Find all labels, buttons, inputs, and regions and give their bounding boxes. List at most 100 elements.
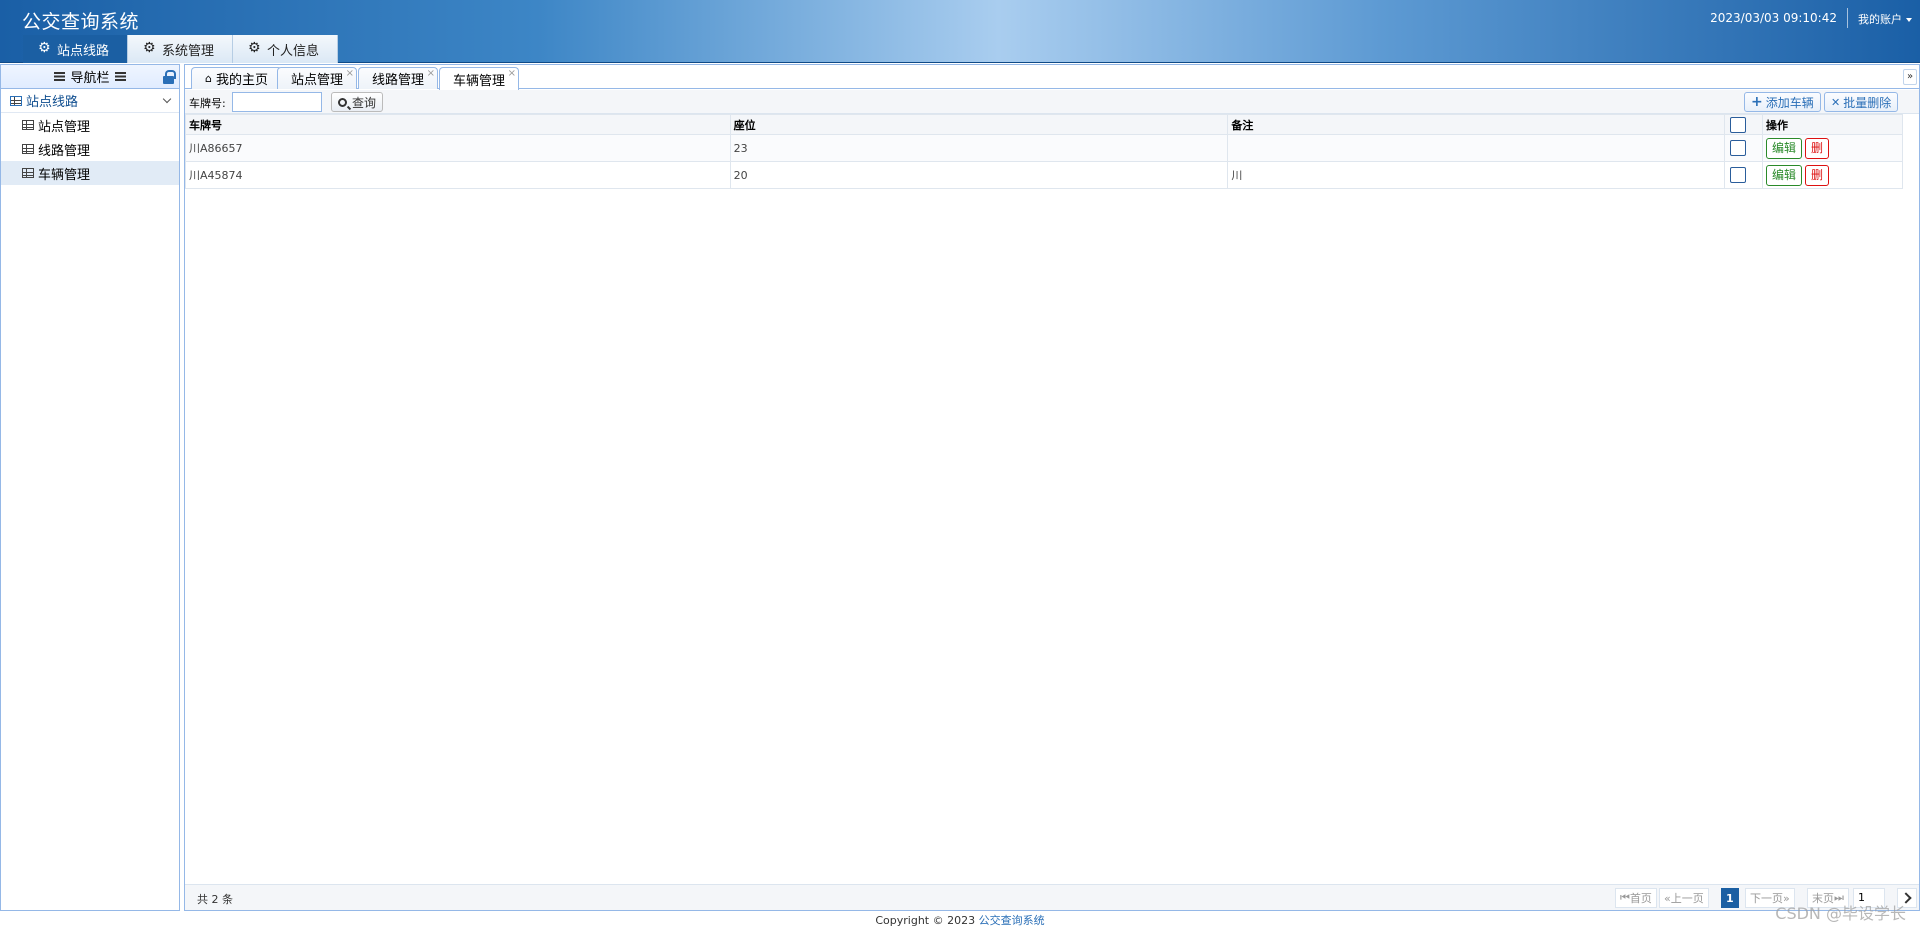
first-page-icon: ⏮	[1620, 891, 1630, 904]
watermark: CSDN @毕设学长	[1775, 904, 1906, 923]
page-footer: Copyright © 2023 公交查询系统	[0, 912, 1920, 929]
app-title: 公交查询系统	[22, 11, 140, 33]
close-icon: ✕	[1831, 95, 1841, 109]
top-tab-label: 站点线路	[57, 43, 110, 59]
select-all-checkbox[interactable]	[1730, 116, 1747, 133]
add-vehicle-button[interactable]: + 添加车辆	[1744, 92, 1821, 112]
vehicle-table: 车牌号 座位 备注 操作 川A86657 23 编辑删 川A45874 20 川	[185, 114, 1903, 189]
cell-select	[1724, 161, 1764, 189]
cell-note	[1227, 134, 1726, 162]
tab-home[interactable]: ⌂ 我的主页	[191, 67, 282, 89]
chevron-down-icon	[162, 94, 172, 104]
edit-button[interactable]: 编辑	[1766, 164, 1803, 186]
main-panel: ⌂ 我的主页 站点管理 × 线路管理 × 车辆管理 × » 车牌号: 查询 + …	[184, 64, 1920, 911]
cell-plate: 川A45874	[185, 161, 731, 189]
top-tab-label: 个人信息	[267, 43, 320, 59]
cell-seats: 23	[729, 134, 1229, 162]
close-icon[interactable]: ×	[427, 68, 435, 79]
account-menu[interactable]: 我的账户	[1858, 11, 1912, 27]
sidebar-item-vehicles[interactable]: 车辆管理	[1, 161, 179, 185]
sidebar-item-label: 车辆管理	[38, 167, 91, 183]
close-icon[interactable]: ×	[346, 68, 354, 79]
menu-icon	[54, 72, 66, 81]
prev-page-button[interactable]: «上一页	[1659, 888, 1709, 908]
row-checkbox[interactable]	[1730, 140, 1747, 156]
table-row[interactable]: 川A86657 23 编辑删	[185, 134, 1903, 162]
delete-button[interactable]: 删	[1805, 164, 1830, 186]
tabs-expand-icon[interactable]: »	[1903, 69, 1917, 85]
tab-stations[interactable]: 站点管理 ×	[277, 67, 358, 89]
search-icon	[338, 97, 347, 107]
plate-search-input[interactable]	[232, 92, 322, 112]
row-checkbox[interactable]	[1730, 167, 1747, 183]
copyright-text: Copyright © 2023	[875, 914, 976, 927]
table-icon	[22, 144, 34, 154]
batch-delete-button[interactable]: ✕ 批量删除	[1824, 92, 1899, 112]
sidebar-item-label: 线路管理	[38, 143, 91, 159]
gear-icon	[143, 40, 157, 56]
edit-button[interactable]: 编辑	[1766, 137, 1803, 159]
prev-page-icon: «	[1664, 891, 1671, 905]
cell-select	[1724, 134, 1764, 162]
gear-icon	[248, 40, 262, 56]
plate-label: 车牌号:	[189, 97, 226, 110]
add-vehicle-label: 添加车辆	[1765, 95, 1814, 110]
tab-label: 车辆管理	[453, 73, 506, 89]
top-nav-tabs: 站点线路 系统管理 个人信息	[23, 35, 339, 63]
sidebar: 导航栏 站点线路 站点管理 线路管理 车辆管理	[0, 64, 180, 911]
datetime-display: 2023/03/03 09:10:42	[1710, 11, 1837, 25]
search-toolbar: 车牌号: 查询 + 添加车辆 ✕ 批量删除	[185, 90, 1919, 114]
footer-link[interactable]: 公交查询系统	[979, 914, 1045, 927]
sidebar-group-routes[interactable]: 站点线路	[1, 89, 179, 113]
sidebar-title: 导航栏	[70, 71, 110, 86]
menu-icon	[114, 72, 126, 81]
tab-label: 线路管理	[372, 73, 425, 88]
tab-vehicles[interactable]: 车辆管理 ×	[439, 67, 520, 90]
top-tab-label: 系统管理	[162, 43, 215, 59]
cell-actions: 编辑删	[1762, 134, 1903, 162]
lock-icon[interactable]	[163, 70, 176, 84]
tab-label: 站点管理	[291, 73, 344, 88]
tab-routes[interactable]: 线路管理 ×	[358, 67, 439, 89]
column-header-seats[interactable]: 座位	[729, 114, 1229, 135]
search-button[interactable]: 查询	[331, 92, 384, 112]
plus-icon: +	[1751, 94, 1763, 110]
sidebar-item-stations[interactable]: 站点管理	[1, 113, 179, 137]
pagination-bar: 共 2 条 ⏮ 首页 «上一页 1 下一页» 末页 ⏭ 1	[185, 884, 1919, 910]
total-count: 共 2 条	[197, 893, 233, 906]
table-row[interactable]: 川A45874 20 川 编辑删	[185, 161, 1903, 189]
first-page-label: 首页	[1629, 892, 1652, 905]
sidebar-item-routes[interactable]: 线路管理	[1, 137, 179, 161]
content-tabs-bar: ⌂ 我的主页 站点管理 × 线路管理 × 车辆管理 × »	[185, 65, 1919, 90]
app-header: 公交查询系统 2023/03/03 09:10:42 我的账户 站点线路 系统管…	[0, 0, 1920, 63]
column-header-plate[interactable]: 车牌号	[185, 114, 731, 135]
cell-note: 川	[1227, 161, 1726, 189]
top-tab-profile[interactable]: 个人信息	[233, 35, 339, 63]
column-header-note[interactable]: 备注	[1227, 114, 1726, 135]
header-divider	[1847, 8, 1848, 28]
current-page[interactable]: 1	[1721, 888, 1739, 908]
delete-button[interactable]: 删	[1805, 137, 1830, 159]
account-label: 我的账户	[1858, 13, 1902, 26]
column-header-actions: 操作	[1762, 114, 1903, 135]
sidebar-header: 导航栏	[1, 65, 179, 89]
table-icon	[10, 95, 22, 106]
top-tab-routes[interactable]: 站点线路	[23, 35, 129, 63]
home-icon: ⌂	[205, 72, 212, 85]
cell-seats: 20	[729, 161, 1229, 189]
caret-down-icon	[1906, 18, 1912, 22]
sidebar-item-label: 站点管理	[38, 119, 91, 135]
top-tab-system[interactable]: 系统管理	[128, 35, 234, 63]
search-button-label: 查询	[352, 95, 377, 110]
sidebar-group-label: 站点线路	[26, 95, 79, 110]
cell-actions: 编辑删	[1762, 161, 1903, 189]
close-icon[interactable]: ×	[508, 68, 516, 79]
cell-plate: 川A86657	[185, 134, 731, 162]
gear-icon	[38, 40, 52, 56]
prev-page-label: 上一页	[1670, 892, 1704, 905]
batch-delete-label: 批量删除	[1843, 95, 1892, 110]
table-icon	[22, 120, 34, 130]
table-icon	[22, 168, 34, 178]
first-page-button[interactable]: ⏮ 首页	[1615, 888, 1657, 908]
column-header-select	[1724, 114, 1764, 135]
